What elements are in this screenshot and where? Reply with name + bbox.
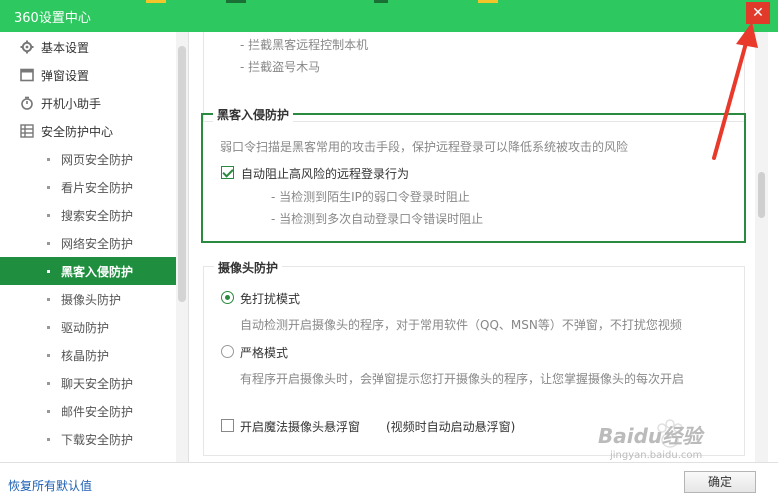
sidebar-group-label: 基本设置: [41, 40, 90, 55]
content-panel: - 拦截黑客远程控制本机 - 拦截盗号木马 黑客入侵防护 弱口令扫描是黑客常用的…: [189, 32, 778, 462]
sidebar-item-search[interactable]: 搜索安全防护: [0, 201, 176, 229]
bullet-dot: [47, 437, 50, 441]
stopwatch-icon: [20, 96, 34, 110]
section-description: 弱口令扫描是黑客常用的攻击手段，保护远程登录可以降低系统被攻击的风险: [220, 140, 629, 154]
sidebar-scrollbar[interactable]: [176, 32, 188, 462]
sidebar-item-download[interactable]: 下载安全防护: [0, 425, 176, 453]
bullet-dot: [47, 185, 50, 189]
bullet-dot: [47, 213, 50, 217]
sidebar-item-label: 看片安全防护: [61, 180, 134, 195]
bullet-dot: [47, 269, 50, 273]
sidebar-group-basic[interactable]: 基本设置: [0, 33, 176, 61]
float-window-checkbox[interactable]: [221, 419, 234, 432]
strict-mode-radio[interactable]: [221, 345, 234, 358]
app-title: 360设置中心: [14, 11, 91, 26]
bullet-text: - 拦截黑客远程控制本机: [240, 38, 369, 52]
sidebar-item-web[interactable]: 网页安全防护: [0, 145, 176, 173]
free-mode-description: 自动检测开启摄像头的程序，对于常用软件（QQ、MSN等）不弹窗，不打扰您视频: [240, 318, 682, 332]
sidebar-item-label: 驱动防护: [61, 320, 110, 335]
bullet-text: - 拦截盗号木马: [240, 60, 321, 74]
bullet-dot: [47, 381, 50, 385]
sidebar-item-label: 网页安全防护: [61, 152, 134, 167]
sidebar-group-popup[interactable]: 弹窗设置: [0, 61, 176, 89]
grid-icon: [20, 124, 34, 138]
section-title: 黑客入侵防护: [213, 106, 294, 123]
sidebar-item-label: 网络安全防护: [61, 236, 134, 251]
watermark-url: jingyan.baidu.com: [610, 450, 703, 461]
sidebar-item-label: 摄像头防护: [61, 292, 122, 307]
section-title: 摄像头防护: [214, 259, 283, 276]
bullet-dot: [47, 241, 50, 245]
restore-defaults-link[interactable]: 恢复所有默认值: [8, 477, 92, 494]
sidebar-item-label: 核晶防护: [61, 348, 110, 363]
sub-rule-text: - 当检测到多次自动登录口令错误时阻止: [271, 212, 484, 226]
hacker-protection-section: 黑客入侵防护 弱口令扫描是黑客常用的攻击手段，保护远程登录可以降低系统被攻击的风…: [201, 106, 746, 243]
auto-block-label[interactable]: 自动阻止高风险的远程登录行为: [241, 165, 409, 182]
bullet-dot: [47, 325, 50, 329]
free-mode-label[interactable]: 免打扰模式: [240, 290, 300, 307]
sidebar-item-label: 搜索安全防护: [61, 208, 134, 223]
content-scrollbar-thumb[interactable]: [758, 172, 765, 218]
sidebar-item-network[interactable]: 网络安全防护: [0, 229, 176, 257]
window-icon: [20, 68, 34, 82]
sidebar-item-driver[interactable]: 驱动防护: [0, 313, 176, 341]
sidebar-group-label: 安全防护中心: [41, 124, 114, 139]
float-window-note: (视频时自动启动悬浮窗): [386, 420, 516, 434]
bullet-dot: [47, 297, 50, 301]
sidebar-item-hacker[interactable]: 黑客入侵防护: [0, 257, 176, 285]
sidebar-item-chat[interactable]: 聊天安全防护: [0, 369, 176, 397]
free-mode-radio[interactable]: [221, 291, 234, 304]
bullet-dot: [47, 409, 50, 413]
float-window-label[interactable]: 开启魔法摄像头悬浮窗: [240, 418, 360, 435]
sidebar-item-label: 黑客入侵防护: [61, 264, 134, 279]
gear-icon: [20, 40, 34, 54]
ok-button[interactable]: 确定: [684, 471, 756, 493]
strict-mode-description: 有程序开启摄像头时，会弹窗提示您打开摄像头的程序，让您掌握摄像头的每次开启: [240, 372, 685, 386]
sidebar-item-label: 下载安全防护: [61, 432, 134, 447]
sub-rule-text: - 当检测到陌生IP的弱口令登录时阻止: [271, 190, 470, 204]
sidebar-item-video[interactable]: 看片安全防护: [0, 173, 176, 201]
bullet-dot: [47, 157, 50, 161]
auto-block-checkbox[interactable]: [221, 166, 234, 179]
sidebar-group-label: 弹窗设置: [41, 68, 90, 83]
sidebar-group-label: 开机小助手: [41, 96, 102, 111]
sidebar-item-camera[interactable]: 摄像头防护: [0, 285, 176, 313]
strict-mode-label[interactable]: 严格模式: [240, 344, 288, 361]
annotation-arrow-icon: [712, 22, 758, 160]
watermark-brand: Baidu经验: [598, 424, 703, 448]
sidebar-group-boot[interactable]: 开机小助手: [0, 89, 176, 117]
sidebar-scrollbar-thumb[interactable]: [178, 46, 186, 302]
bullet-dot: [47, 353, 50, 357]
sidebar-item-core-crystal[interactable]: 核晶防护: [0, 341, 176, 369]
sidebar: 基本设置 弹窗设置 开机小助手 安全防护中心 网页安全防护 看片安全防护 搜索安…: [0, 32, 188, 462]
title-bar: 360设置中心 ✕: [0, 0, 778, 32]
sidebar-item-label: 邮件安全防护: [61, 404, 134, 419]
sidebar-item-label: 聊天安全防护: [61, 376, 134, 391]
sidebar-item-mail[interactable]: 邮件安全防护: [0, 397, 176, 425]
sidebar-group-security[interactable]: 安全防护中心: [0, 117, 176, 145]
